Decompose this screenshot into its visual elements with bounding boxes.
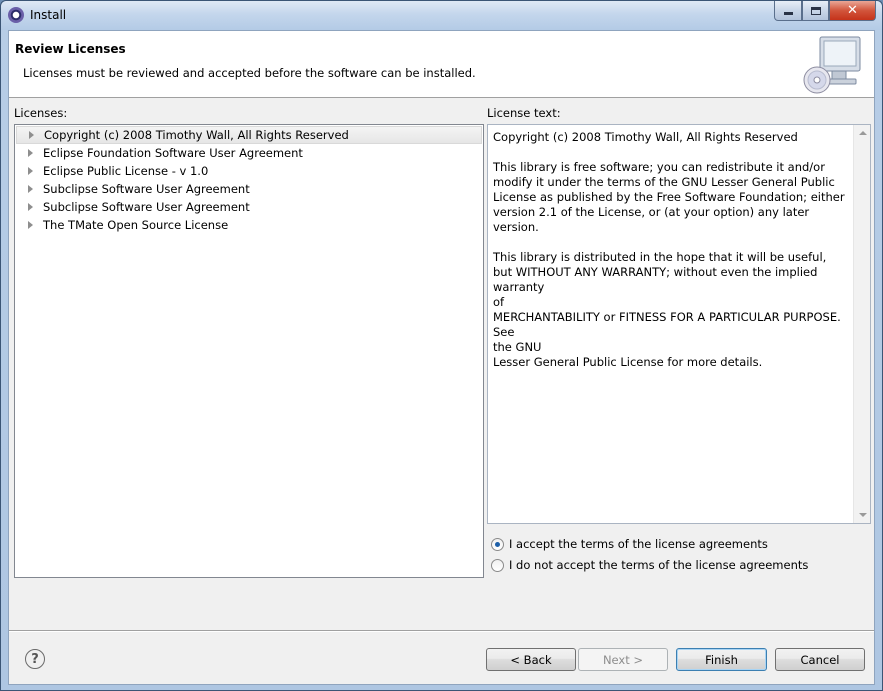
tree-item-label: Subclipse Software User Agreement [43,200,250,214]
tree-item[interactable]: Subclipse Software User Agreement [16,198,482,216]
tree-item[interactable]: Subclipse Software User Agreement [16,180,482,198]
expand-arrow-icon[interactable] [28,167,33,175]
install-computer-cd-icon [803,36,861,94]
accept-radio-label[interactable]: I accept the terms of the license agreem… [509,537,768,551]
expand-arrow-icon[interactable] [29,131,34,139]
scroll-down-icon[interactable] [859,513,867,517]
help-icon: ? [31,651,39,667]
tree-item[interactable]: The TMate Open Source License [16,216,482,234]
licenses-label: Licenses: [14,106,68,120]
accept-radio[interactable] [491,537,504,551]
title-bar[interactable]: Install ✕ [1,1,882,30]
accept-option[interactable]: I accept the terms of the license agreem… [491,537,768,551]
next-button[interactable]: Next > [578,648,668,671]
close-button[interactable]: ✕ [829,1,876,21]
back-button[interactable]: < Back [486,648,576,671]
page-title: Review Licenses [15,42,126,56]
licenses-tree[interactable]: Copyright (c) 2008 Timothy Wall, All Rig… [14,124,484,578]
license-text-area[interactable]: Copyright (c) 2008 Timothy Wall, All Rig… [487,124,871,524]
tree-item[interactable]: Copyright (c) 2008 Timothy Wall, All Rig… [16,126,482,144]
wizard-header: Review Licenses Licenses must be reviewe… [9,31,874,98]
expand-arrow-icon[interactable] [28,149,33,157]
cancel-button[interactable]: Cancel [775,648,865,671]
tree-item-label: The TMate Open Source License [43,218,229,232]
license-text-content: Copyright (c) 2008 Timothy Wall, All Rig… [493,130,845,369]
expand-arrow-icon[interactable] [28,221,33,229]
license-text-label: License text: [487,106,561,120]
tree-item[interactable]: Eclipse Foundation Software User Agreeme… [16,144,482,162]
tree-item-label: Eclipse Foundation Software User Agreeme… [43,146,303,160]
maximize-icon [810,6,821,15]
close-icon: ✕ [847,3,858,18]
tree-item-label: Copyright (c) 2008 Timothy Wall, All Rig… [44,128,349,142]
decline-radio-label[interactable]: I do not accept the terms of the license… [509,558,808,572]
page-description: Licenses must be reviewed and accepted b… [23,66,476,80]
scroll-up-icon[interactable] [859,131,867,135]
maximize-button[interactable] [802,1,829,21]
license-text-scrollbar[interactable] [853,125,870,523]
tree-item-label: Eclipse Public License - v 1.0 [43,164,209,178]
decline-option[interactable]: I do not accept the terms of the license… [491,558,808,572]
dialog-client-area: Review Licenses Licenses must be reviewe… [8,30,875,685]
tree-item-label: Subclipse Software User Agreement [43,182,250,196]
install-dialog-window: Install ✕ Review Licenses Licenses must … [0,0,883,691]
minimize-button[interactable] [774,1,802,21]
minimize-icon [783,12,793,15]
expand-arrow-icon[interactable] [28,203,33,211]
help-button[interactable]: ? [25,649,45,669]
window-title: Install [30,8,67,22]
decline-radio[interactable] [491,558,504,572]
eclipse-app-icon [8,7,24,23]
finish-button[interactable]: Finish [676,648,767,671]
tree-item[interactable]: Eclipse Public License - v 1.0 [16,162,482,180]
button-bar-separator [9,630,874,632]
expand-arrow-icon[interactable] [28,185,33,193]
